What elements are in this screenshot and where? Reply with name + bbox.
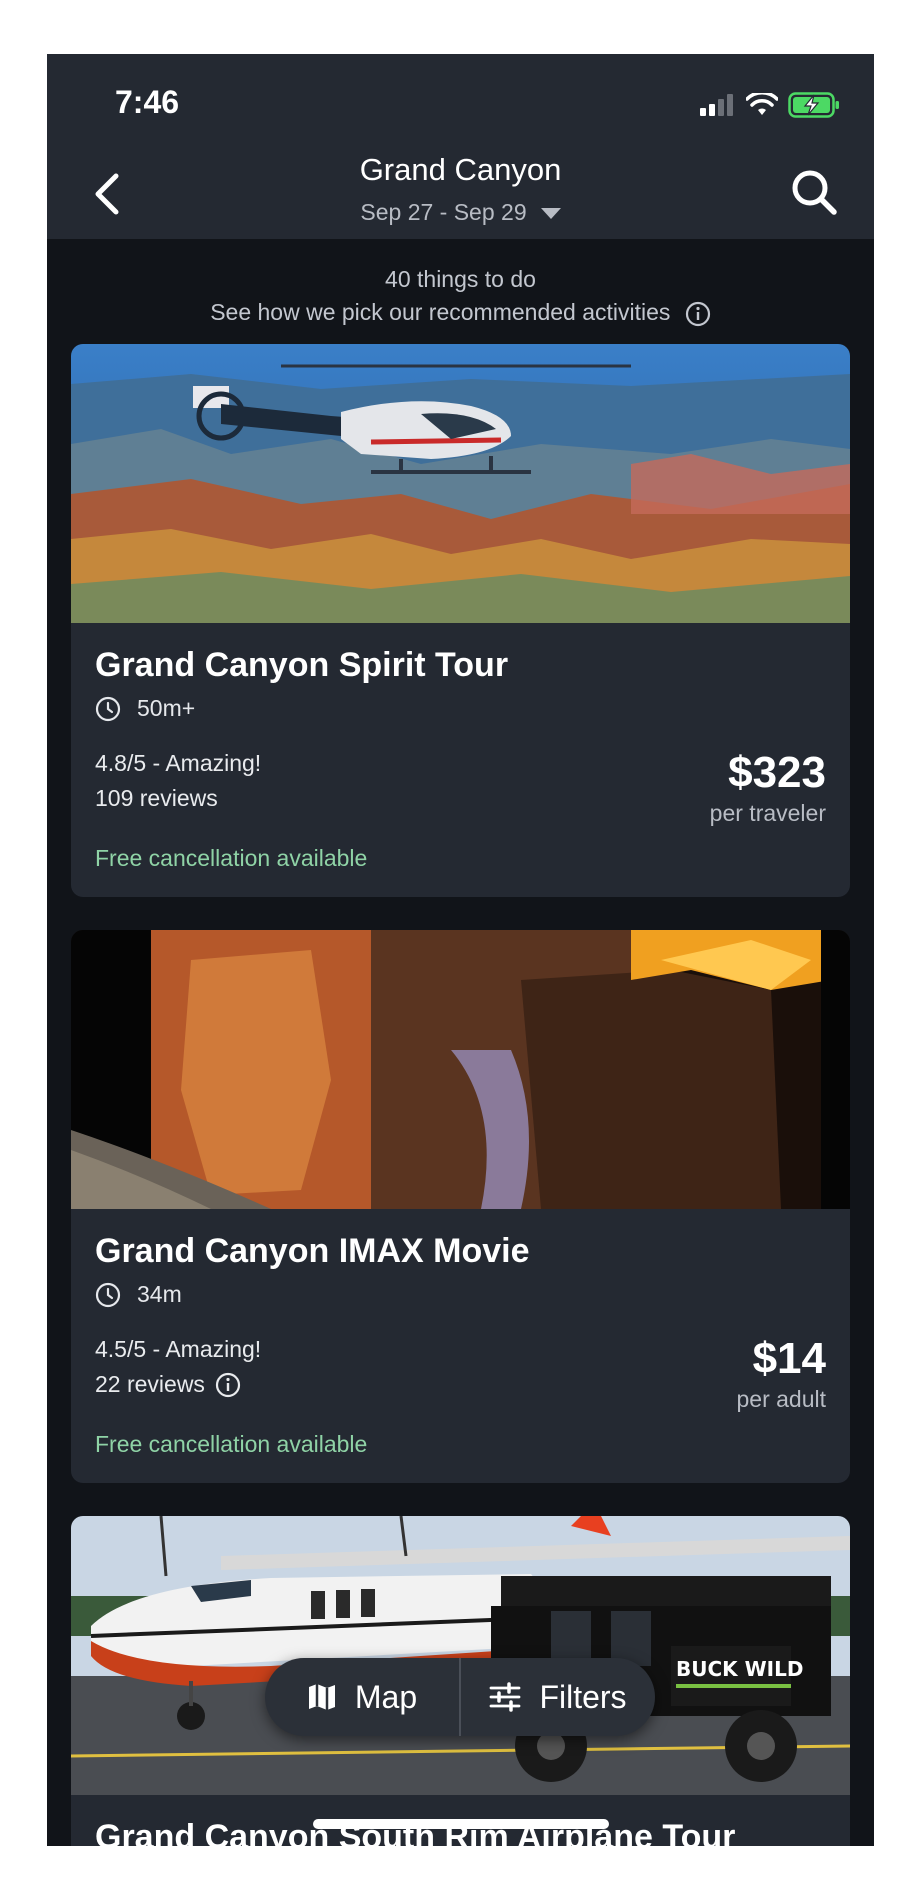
clock-icon (95, 696, 121, 721)
price-unit: per traveler (709, 800, 826, 826)
filters-icon (490, 1682, 521, 1712)
wifi-icon (746, 93, 778, 115)
svg-text:BUCK WILD: BUCK WILD (676, 1657, 803, 1681)
app-screen: 7:46 Grand Canyon Sep 27 - Sep 29 40 thi… (47, 54, 874, 1846)
activity-card[interactable]: Grand Canyon IMAX Movie 34m 4.5/5 - Amaz… (71, 930, 850, 1483)
activity-title: Grand Canyon Spirit Tour (95, 646, 509, 684)
page-title: Grand Canyon (359, 152, 562, 187)
filters-button-label: Filters (539, 1678, 627, 1715)
map-icon (308, 1684, 335, 1710)
map-button[interactable]: Map (265, 1658, 459, 1736)
activity-rating: 4.5/5 - Amazing! 22 reviews (95, 1332, 261, 1402)
activity-rating: 4.8/5 - Amazing! 109 reviews (95, 746, 261, 816)
activity-title: Grand Canyon IMAX Movie (95, 1232, 530, 1270)
clock-icon (95, 1282, 121, 1307)
activity-image-airplane: BUCK WILD (71, 1516, 850, 1795)
home-indicator[interactable] (313, 1819, 609, 1829)
header-bar: 7:46 Grand Canyon Sep 27 - Sep 29 (47, 54, 874, 239)
info-icon[interactable] (215, 1372, 241, 1398)
review-count: 109 reviews (95, 785, 218, 811)
activity-price: $14 (752, 1334, 826, 1383)
signal-icon (700, 94, 733, 116)
battery-charging-icon (788, 92, 839, 118)
imax-canyon-photo (71, 930, 850, 1209)
review-count-row: 22 reviews (95, 1367, 261, 1402)
price-unit: per adult (736, 1386, 826, 1412)
recommendation-text: See how we pick our recommended activiti… (210, 299, 671, 325)
activity-duration: 50m+ (95, 695, 195, 722)
duration-label: 34m (137, 1281, 182, 1307)
search-button[interactable] (784, 162, 844, 222)
cancellation-note: Free cancellation available (95, 845, 368, 871)
date-range-selector[interactable]: Sep 27 - Sep 29 (47, 199, 874, 226)
recommendation-info-link[interactable]: See how we pick our recommended activiti… (47, 299, 874, 327)
activity-count: 40 things to do (385, 266, 536, 292)
activity-price: $323 (728, 748, 826, 797)
rating-score: 4.5/5 - Amazing! (95, 1336, 262, 1362)
review-count: 22 reviews (95, 1371, 205, 1397)
status-time: 7:46 (115, 84, 180, 120)
airplane-jeep-photo: BUCK WILD (71, 1516, 850, 1795)
info-icon (685, 301, 710, 327)
activity-image-imax (71, 930, 850, 1209)
map-filters-bar: Map Filters (265, 1658, 655, 1736)
date-range-label: Sep 27 - Sep 29 (360, 199, 527, 225)
rating-score: 4.8/5 - Amazing! (95, 750, 262, 776)
status-icons (700, 92, 840, 118)
filters-button[interactable]: Filters (461, 1658, 655, 1736)
cancellation-note: Free cancellation available (95, 1431, 368, 1457)
activity-duration: 34m (95, 1281, 182, 1308)
chevron-down-icon (540, 208, 561, 220)
duration-label: 50m+ (137, 695, 196, 721)
activity-card[interactable]: Grand Canyon Spirit Tour 50m+ 4.8/5 - Am… (71, 344, 850, 897)
activity-image-helicopter (71, 344, 850, 623)
map-button-label: Map (354, 1678, 418, 1715)
search-icon (792, 170, 837, 215)
helicopter-canyon-photo (71, 344, 850, 623)
